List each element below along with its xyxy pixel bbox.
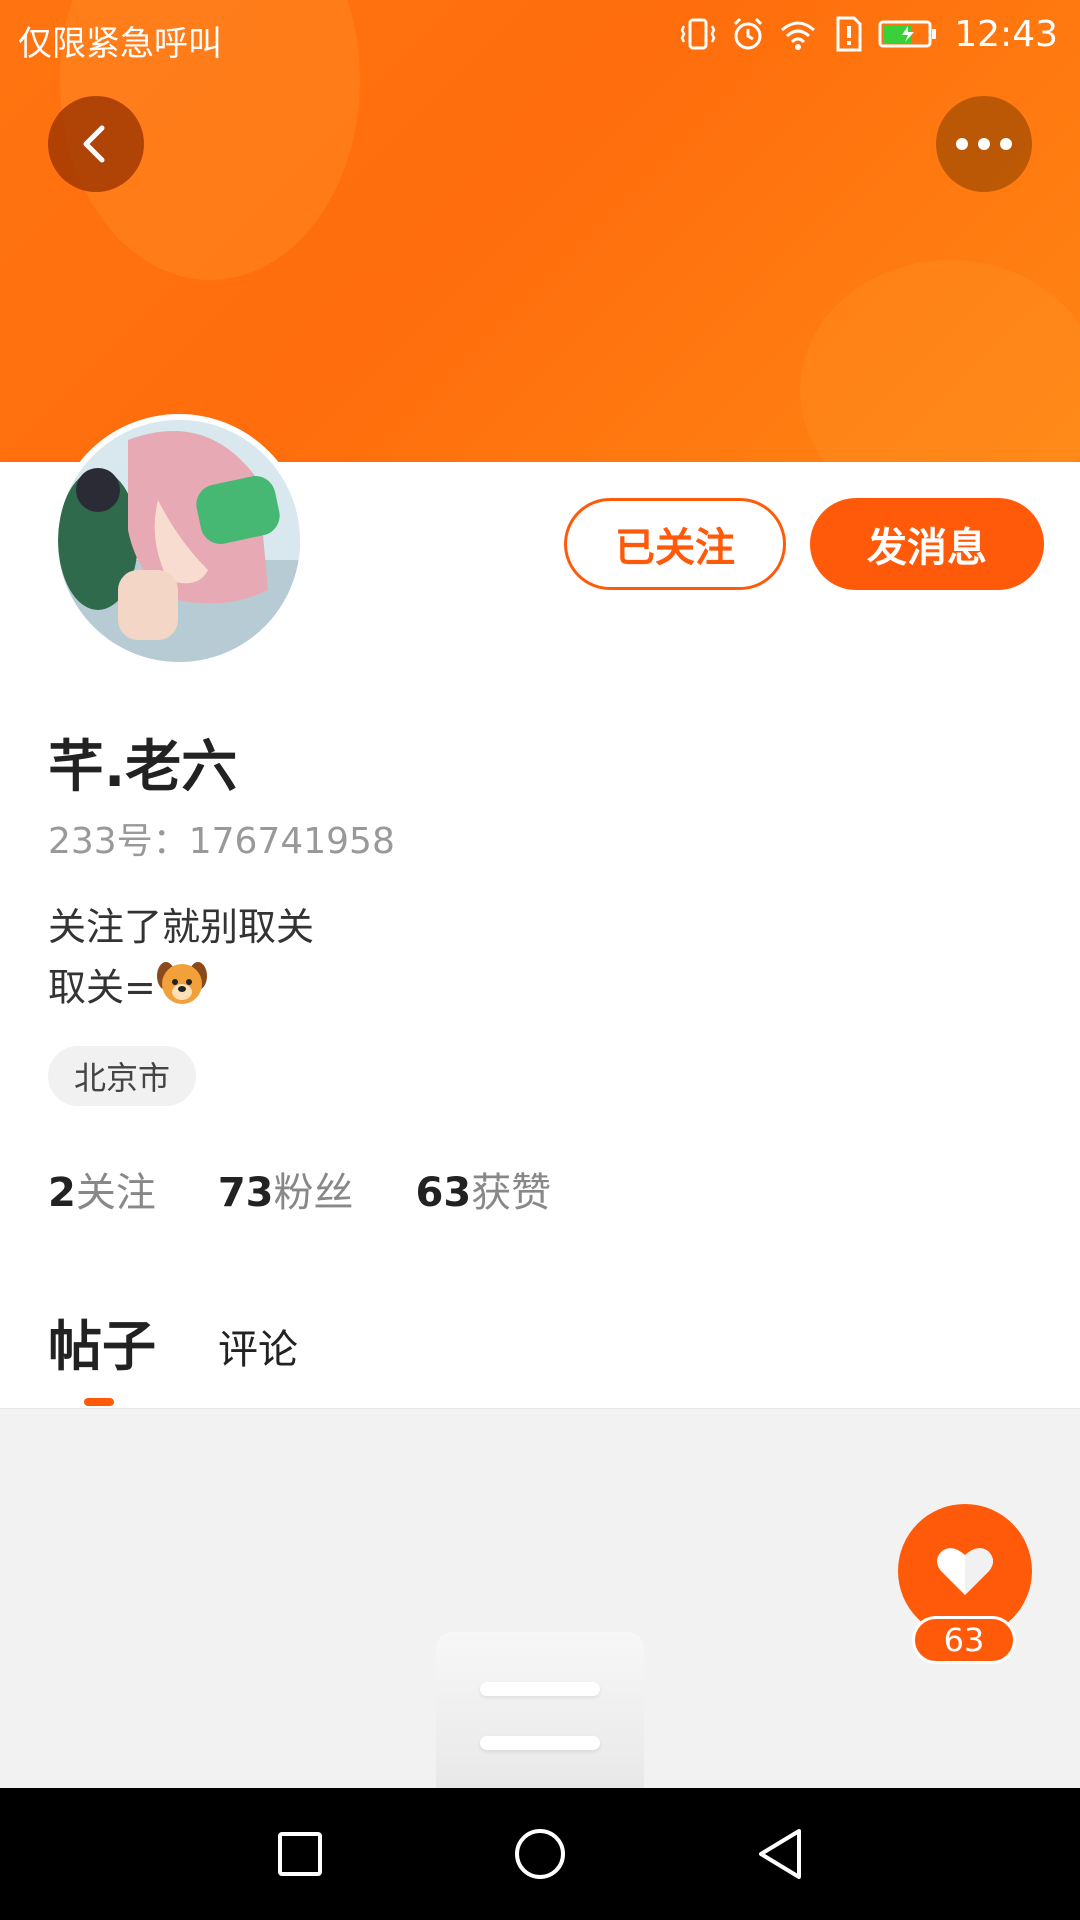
dog-face-icon	[156, 956, 208, 1024]
profile-tabs: 帖子 评论	[48, 1302, 298, 1381]
alarm-icon	[728, 12, 768, 56]
home-button[interactable]	[510, 1824, 570, 1884]
stat-label: 关注	[75, 1170, 156, 1216]
sim-alert-icon	[828, 12, 868, 56]
stat-following[interactable]: 2关注	[48, 1160, 156, 1218]
stat-label: 获赞	[471, 1170, 552, 1216]
vibrate-icon	[678, 12, 718, 56]
stat-followers[interactable]: 73粉丝	[218, 1160, 354, 1218]
profile-stats: 2关注 73粉丝 63获赞	[48, 1160, 551, 1218]
illustration-line	[480, 1682, 600, 1696]
carrier-text: 仅限紧急呼叫	[18, 24, 222, 64]
avatar[interactable]	[52, 414, 306, 668]
stat-number: 2	[48, 1170, 76, 1216]
user-id: 233号：176741958	[48, 821, 395, 862]
back-button[interactable]	[48, 96, 144, 192]
tab-comments[interactable]: 评论	[218, 1317, 298, 1381]
heart-icon	[937, 1548, 993, 1595]
circle-icon	[515, 1829, 565, 1879]
recent-apps-button[interactable]	[270, 1824, 330, 1884]
illustration-line	[480, 1736, 600, 1750]
chevron-left-icon	[83, 125, 105, 163]
username: 芊.老六	[48, 735, 238, 800]
stat-number: 73	[217, 1170, 274, 1216]
more-options-button[interactable]	[936, 96, 1032, 192]
square-icon	[278, 1832, 322, 1876]
stat-likes[interactable]: 63获赞	[416, 1160, 552, 1218]
like-count-badge: 63	[912, 1616, 1016, 1664]
triangle-back-icon	[759, 1829, 801, 1879]
wifi-icon	[778, 12, 818, 56]
tab-indicator	[84, 1398, 114, 1406]
send-message-button[interactable]: 发消息	[810, 498, 1044, 590]
banner-decoration	[800, 260, 1080, 462]
stat-number: 63	[415, 1170, 472, 1216]
bio-line-text: 取关=	[48, 965, 156, 1010]
battery-charging-icon	[878, 12, 938, 56]
status-bar: 仅限紧急呼叫 12:43	[0, 0, 1080, 72]
tab-posts[interactable]: 帖子	[48, 1302, 156, 1381]
location-tag: 北京市	[48, 1046, 197, 1106]
back-nav-button[interactable]	[750, 1824, 810, 1884]
followed-button[interactable]: 已关注	[564, 498, 786, 590]
bio-line: 取关=	[48, 956, 314, 1024]
empty-state-illustration	[436, 1632, 644, 1792]
more-dots-icon	[956, 138, 1012, 150]
bio: 关注了就别取关 取关=	[48, 898, 314, 1024]
bio-line: 关注了就别取关	[48, 905, 315, 949]
clock-time: 12:43	[954, 13, 1058, 55]
system-nav-bar	[0, 1788, 1080, 1920]
stat-label: 粉丝	[273, 1170, 354, 1216]
